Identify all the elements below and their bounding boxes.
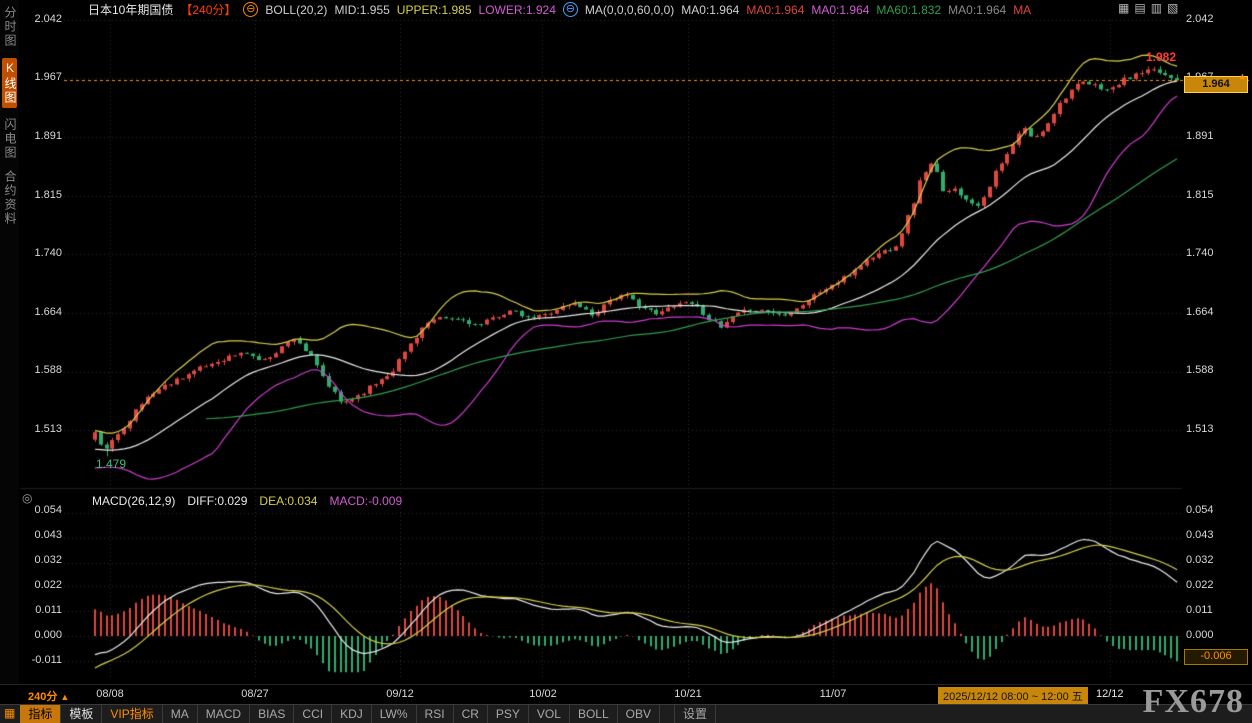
macd-tick-left: 0.043 <box>22 529 62 541</box>
period-selector[interactable]: 240分 ▲ <box>28 688 69 704</box>
tab-cr[interactable]: CR <box>454 705 488 723</box>
tab-psy[interactable]: PSY <box>488 705 529 723</box>
selected-bar-range-badge: 2025/12/12 08:00 ~ 12:00 五 <box>938 687 1088 705</box>
macd-hist-value: MACD:-0.009 <box>329 494 402 508</box>
ma60-value: MA60:1.832 <box>876 3 941 17</box>
ma-group-label: MA(0,0,0,60,0,0) <box>585 3 674 17</box>
ma0-value-3: MA0:1.964 <box>811 3 869 17</box>
sidebar-item-kline[interactable]: K线图 <box>2 58 17 108</box>
price-tick-left: 1.967 <box>22 71 62 83</box>
macd-tick-right: 0.011 <box>1186 604 1226 616</box>
indicator-toolbar: ▦ 指标 模板 VIP指标 MA MACD BIAS CCI KDJ LW% R… <box>0 704 1252 723</box>
price-tick-right: 1.815 <box>1186 189 1226 201</box>
macd-tick-left: 0.054 <box>22 504 62 516</box>
date-tick: 08/08 <box>88 688 132 700</box>
macd-tick-right: 0.054 <box>1186 504 1226 516</box>
tab-vol[interactable]: VOL <box>529 705 570 723</box>
price-tick-left: 1.664 <box>22 306 62 318</box>
period-low-label: 1.479 <box>96 457 126 471</box>
macd-tick-right: 0.022 <box>1186 579 1226 591</box>
indicator-cycle-icon[interactable]: ◎ <box>22 491 32 505</box>
sidebar-item-contract-info[interactable]: 合约资料 <box>2 170 17 226</box>
tab-obv[interactable]: OBV <box>618 705 660 723</box>
macd-name: MACD(26,12,9) <box>92 494 175 508</box>
price-tick-right: 1.664 <box>1186 306 1226 318</box>
ma0-value-2: MA0:1.964 <box>746 3 804 17</box>
indicator-topbar: 日本10年期国债 【240分】 ⊖ BOLL(20,2) MID:1.955 U… <box>88 2 1031 17</box>
layout-grid-icon[interactable]: ▦ <box>1118 2 1129 15</box>
date-tick: 10/02 <box>521 688 565 700</box>
collapse-ma-icon[interactable]: ⊖ <box>563 2 578 17</box>
price-tick-right: 1.740 <box>1186 247 1226 259</box>
fx678-watermark: FX678 <box>1143 683 1244 721</box>
boll-lower-value: LOWER:1.924 <box>479 3 556 17</box>
toolbar-grid-icon[interactable]: ▦ <box>0 705 20 723</box>
date-tick: 08/27 <box>233 688 277 700</box>
macd-tick-left: 0.022 <box>22 579 62 591</box>
layout-rows-icon[interactable]: ▤ <box>1134 2 1145 15</box>
macd-header: MACD(26,12,9) DIFF:0.029 DEA:0.034 MACD:… <box>92 494 402 508</box>
macd-dea-value: DEA:0.034 <box>259 494 317 508</box>
layout-mixed-icon[interactable]: ▧ <box>1167 2 1178 15</box>
tab-cci[interactable]: CCI <box>294 705 332 723</box>
tab-rsi[interactable]: RSI <box>417 705 454 723</box>
macd-tick-right: 0.032 <box>1186 554 1226 566</box>
ma-tail-label: MA <box>1013 3 1031 17</box>
price-tick-left: 2.042 <box>22 13 62 25</box>
left-sidebar: 分时图 K线图 闪电图 合约资料 <box>0 0 19 700</box>
price-chart-canvas[interactable] <box>0 0 1252 722</box>
ma0-value-4: MA0:1.964 <box>948 3 1006 17</box>
tab-macd[interactable]: MACD <box>198 705 250 723</box>
period-badge: 【240分】 <box>180 1 236 18</box>
tab-kdj[interactable]: KDJ <box>332 705 372 723</box>
price-tick-right: 2.042 <box>1186 13 1226 25</box>
date-tick: 11/07 <box>811 688 855 700</box>
app: { "meta": {"title": "日本10年期国债", "period"… <box>0 0 1252 722</box>
ma0-value-1: MA0:1.964 <box>681 3 739 17</box>
boll-mid-value: MID:1.955 <box>334 3 389 17</box>
macd-tick-left: 0.032 <box>22 554 62 566</box>
macd-tick-left: 0.011 <box>22 604 62 616</box>
boll-upper-value: UPPER:1.985 <box>397 3 472 17</box>
price-tick-left: 1.815 <box>22 189 62 201</box>
price-tick-left: 1.588 <box>22 364 62 376</box>
period-up-arrow-icon: ▲ <box>60 692 69 702</box>
price-tick-right: 1.588 <box>1186 364 1226 376</box>
macd-tick-right: 0.000 <box>1186 629 1226 641</box>
price-tick-right: 1.513 <box>1186 423 1226 435</box>
instrument-title: 日本10年期国债 <box>88 1 173 18</box>
tab-vip-indicators[interactable]: VIP指标 <box>102 705 162 723</box>
macd-tick-left: 0.000 <box>22 629 62 641</box>
tab-templates[interactable]: 模板 <box>61 705 102 723</box>
tab-boll[interactable]: BOLL <box>570 705 618 723</box>
period-high-label: 1.982 <box>1146 50 1176 64</box>
date-tick-last: 12/12 <box>1096 688 1124 700</box>
price-tick-left: 1.513 <box>22 423 62 435</box>
tab-ma[interactable]: MA <box>163 705 198 723</box>
collapse-boll-icon[interactable]: ⊖ <box>243 2 258 17</box>
time-axis: 240分 ▲ 08/08 08/27 09/12 10/02 10/21 11/… <box>0 684 1252 705</box>
tab-bias[interactable]: BIAS <box>250 705 294 723</box>
period-selector-label: 240分 <box>28 691 57 703</box>
date-tick: 10/21 <box>666 688 710 700</box>
sidebar-item-timeshare[interactable]: 分时图 <box>2 6 17 48</box>
window-layout-controls: ▦ ▤ ▥ ▧ <box>1118 2 1178 15</box>
tab-settings[interactable]: 设置 <box>674 705 716 723</box>
layout-cols-icon[interactable]: ▥ <box>1151 2 1162 15</box>
boll-label: BOLL(20,2) <box>265 3 327 17</box>
price-tick-left: 1.891 <box>22 130 62 142</box>
macd-tick-right: 0.043 <box>1186 529 1226 541</box>
date-tick: 09/12 <box>378 688 422 700</box>
sidebar-item-lightning[interactable]: 闪电图 <box>2 118 17 160</box>
price-tick-right: 1.891 <box>1186 130 1226 142</box>
tab-indicators[interactable]: 指标 <box>20 705 61 723</box>
macd-tick-left: -0.011 <box>22 654 62 666</box>
tab-lw[interactable]: LW% <box>372 705 417 723</box>
macd-last-badge: -0.006 <box>1184 649 1248 665</box>
price-tick-left: 1.740 <box>22 247 62 259</box>
macd-diff-value: DIFF:0.029 <box>187 494 247 508</box>
last-price-arrow-icon: ▲ <box>1238 71 1247 81</box>
